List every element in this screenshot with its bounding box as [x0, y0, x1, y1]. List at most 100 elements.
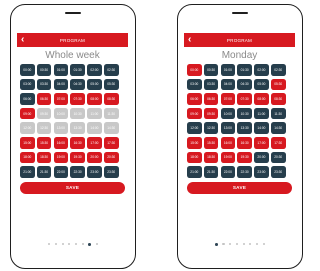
- time-slot[interactable]: 18:30: [36, 151, 52, 164]
- time-slot[interactable]: 06:30: [36, 93, 52, 105]
- time-slot[interactable]: 14:30: [270, 122, 286, 134]
- page-dot[interactable]: [54, 243, 58, 246]
- time-slot[interactable]: 16:30: [237, 136, 252, 149]
- time-slot[interactable]: 19:30: [237, 151, 252, 164]
- time-slot[interactable]: 14:00: [87, 122, 102, 134]
- page-dot[interactable]: [249, 243, 252, 246]
- page-dot-active[interactable]: [215, 242, 218, 246]
- time-slot[interactable]: 21:30: [203, 166, 219, 178]
- time-slot[interactable]: 09:30: [203, 107, 219, 120]
- time-slot[interactable]: 09:00: [187, 107, 202, 120]
- time-slot[interactable]: 15:30: [203, 136, 219, 149]
- time-slot[interactable]: 11:30: [103, 107, 119, 120]
- time-slot[interactable]: 12:30: [203, 122, 219, 134]
- time-slot[interactable]: 04:00: [53, 78, 69, 91]
- time-slot[interactable]: 00:00: [20, 64, 35, 76]
- time-slot[interactable]: 13:00: [220, 122, 236, 134]
- page-dot[interactable]: [95, 243, 98, 246]
- page-dot[interactable]: [48, 243, 51, 246]
- time-slot[interactable]: 02:30: [270, 64, 286, 76]
- time-slot[interactable]: 00:00: [187, 64, 202, 76]
- time-slot[interactable]: 19:00: [220, 151, 236, 164]
- page-dot[interactable]: [68, 243, 71, 246]
- time-slot[interactable]: 09:00: [20, 107, 35, 120]
- time-slot[interactable]: 20:00: [254, 151, 269, 164]
- time-slot[interactable]: 04:00: [220, 78, 236, 91]
- time-slot[interactable]: 10:30: [70, 107, 85, 120]
- time-slot[interactable]: 05:30: [103, 78, 119, 91]
- time-slot[interactable]: 13:30: [237, 122, 252, 134]
- time-slot[interactable]: 06:30: [203, 93, 219, 105]
- time-slot[interactable]: 23:30: [270, 166, 286, 178]
- page-dot[interactable]: [235, 243, 239, 246]
- time-slot[interactable]: 00:30: [203, 64, 219, 76]
- time-slot[interactable]: 12:00: [20, 122, 35, 134]
- time-slot[interactable]: 20:30: [270, 151, 286, 164]
- time-slot[interactable]: 15:00: [187, 136, 202, 149]
- time-slot[interactable]: 05:30: [270, 78, 286, 91]
- time-slot[interactable]: 16:30: [70, 136, 85, 149]
- time-slot[interactable]: 08:30: [270, 93, 286, 105]
- time-slot[interactable]: 10:30: [237, 107, 252, 120]
- time-slot[interactable]: 22:30: [70, 166, 85, 178]
- time-slot[interactable]: 23:00: [254, 166, 269, 178]
- time-slot[interactable]: 05:00: [87, 78, 102, 91]
- time-slot[interactable]: 01:30: [70, 64, 85, 76]
- page-dot[interactable]: [81, 243, 84, 246]
- time-slot[interactable]: 00:30: [36, 64, 52, 76]
- time-slot[interactable]: 05:00: [254, 78, 269, 91]
- time-slot[interactable]: 17:00: [254, 136, 269, 149]
- time-slot[interactable]: 16:00: [53, 136, 69, 149]
- time-slot[interactable]: 07:30: [70, 93, 85, 105]
- time-slot[interactable]: 10:00: [220, 107, 236, 120]
- page-dot[interactable]: [255, 243, 259, 246]
- time-slot[interactable]: 15:00: [20, 136, 35, 149]
- time-slot[interactable]: 13:30: [70, 122, 85, 134]
- time-slot[interactable]: 02:00: [254, 64, 269, 76]
- page-dot[interactable]: [74, 243, 78, 246]
- time-slot[interactable]: 01:00: [220, 64, 236, 76]
- save-button[interactable]: SAVE: [187, 181, 292, 194]
- time-slot[interactable]: 07:00: [220, 93, 236, 105]
- page-dot[interactable]: [262, 243, 265, 246]
- time-slot[interactable]: 15:30: [36, 136, 52, 149]
- page-dot[interactable]: [222, 243, 225, 246]
- time-slot[interactable]: 01:30: [237, 64, 252, 76]
- time-slot[interactable]: 16:00: [220, 136, 236, 149]
- time-slot[interactable]: 17:30: [270, 136, 286, 149]
- time-slot[interactable]: 21:30: [36, 166, 52, 178]
- time-slot[interactable]: 17:30: [103, 136, 119, 149]
- time-slot[interactable]: 19:00: [53, 151, 69, 164]
- time-slot[interactable]: 04:30: [70, 78, 85, 91]
- page-dot-active[interactable]: [88, 242, 92, 246]
- time-slot[interactable]: 06:00: [20, 93, 35, 105]
- time-slot[interactable]: 02:00: [87, 64, 102, 76]
- time-slot[interactable]: 12:00: [187, 122, 202, 134]
- time-slot[interactable]: 18:00: [187, 151, 202, 164]
- time-slot[interactable]: 17:00: [87, 136, 102, 149]
- time-slot[interactable]: 08:30: [103, 93, 119, 105]
- time-slot[interactable]: 06:00: [187, 93, 202, 105]
- time-slot[interactable]: 11:00: [87, 107, 102, 120]
- time-slot[interactable]: 09:30: [36, 107, 52, 120]
- time-slot[interactable]: 22:30: [237, 166, 252, 178]
- time-slot[interactable]: 14:00: [254, 122, 269, 134]
- time-slot[interactable]: 18:30: [203, 151, 219, 164]
- time-slot[interactable]: 14:30: [103, 122, 119, 134]
- save-button[interactable]: SAVE: [20, 181, 125, 194]
- time-slot[interactable]: 10:00: [53, 107, 69, 120]
- time-slot[interactable]: 11:00: [254, 107, 269, 120]
- time-slot[interactable]: 20:30: [103, 151, 119, 164]
- time-slot[interactable]: 03:30: [36, 78, 52, 91]
- time-slot[interactable]: 21:00: [20, 166, 35, 178]
- time-slot[interactable]: 07:00: [53, 93, 69, 105]
- time-slot[interactable]: 21:00: [187, 166, 202, 178]
- time-slot[interactable]: 07:30: [237, 93, 252, 105]
- time-slot[interactable]: 08:00: [87, 93, 102, 105]
- time-slot[interactable]: 04:30: [237, 78, 252, 91]
- time-slot[interactable]: 03:00: [187, 78, 202, 91]
- time-slot[interactable]: 12:30: [36, 122, 52, 134]
- page-dot[interactable]: [229, 243, 232, 246]
- time-slot[interactable]: 08:00: [254, 93, 269, 105]
- page-dot[interactable]: [61, 243, 64, 246]
